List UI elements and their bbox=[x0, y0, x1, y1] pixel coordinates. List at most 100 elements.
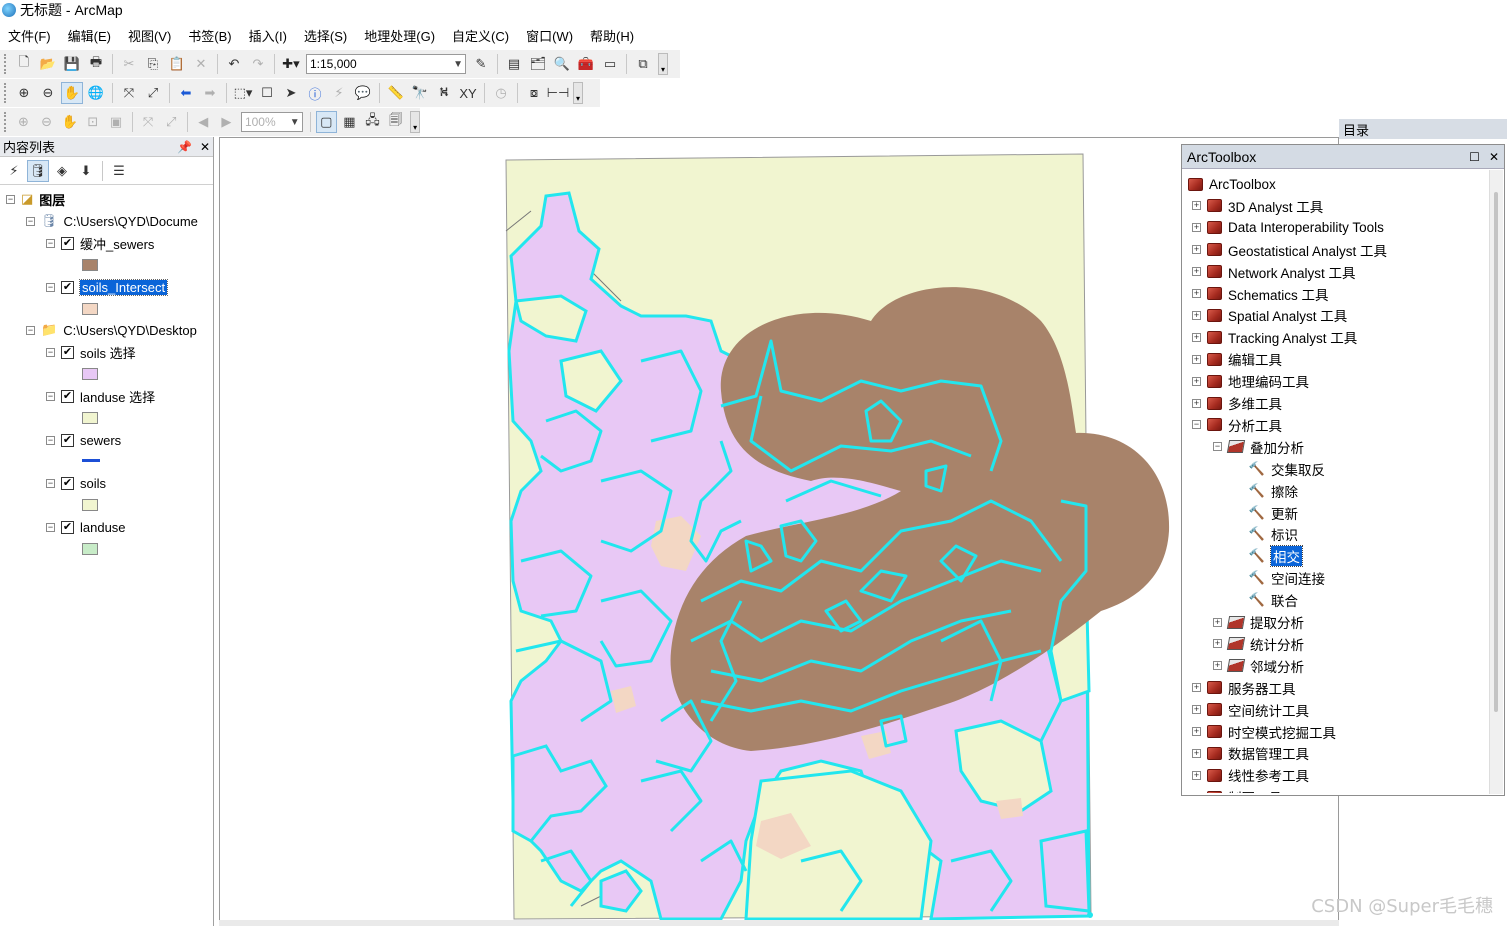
layer-visibility-checkbox[interactable]: ✔ bbox=[61, 389, 74, 403]
search-window-icon[interactable]: 🔍 bbox=[551, 53, 573, 75]
expand-icon[interactable]: + bbox=[1192, 201, 1201, 211]
expand-icon[interactable]: + bbox=[1192, 398, 1201, 408]
toolbox-row[interactable]: + Schematics 工具 bbox=[1192, 283, 1329, 305]
menu-bookmarks[interactable]: 书签(B) bbox=[188, 26, 231, 45]
close-icon[interactable]: ✕ bbox=[200, 140, 210, 154]
menu-insert[interactable]: 插入(I) bbox=[249, 26, 287, 45]
fixed-zoom-in-icon[interactable]: ⤧ bbox=[118, 82, 140, 104]
expand-icon[interactable]: + bbox=[1213, 661, 1222, 671]
toc-layer-row[interactable]: − ✔ landuse 选择 bbox=[46, 386, 155, 406]
map-view[interactable] bbox=[219, 137, 1340, 921]
zoom-percent-dropdown[interactable]: 100% ▼ bbox=[240, 112, 303, 132]
add-data-icon[interactable]: ✚▾ bbox=[280, 53, 302, 75]
collapse-icon[interactable]: − bbox=[6, 194, 15, 204]
toolbox-row[interactable]: + Data Interoperability Tools bbox=[1192, 217, 1384, 239]
toolbar-options-icon[interactable]: ▾ bbox=[410, 111, 420, 133]
menu-help[interactable]: 帮助(H) bbox=[590, 26, 634, 45]
menu-geoprocessing[interactable]: 地理处理(G) bbox=[364, 26, 435, 45]
collapse-icon[interactable]: − bbox=[46, 347, 55, 357]
zoom-in-icon[interactable]: ⊕ bbox=[13, 82, 35, 104]
find-binoculars-icon[interactable]: 🔭 bbox=[409, 82, 431, 104]
toolbar-grip[interactable] bbox=[4, 54, 8, 74]
expand-icon[interactable]: + bbox=[1192, 354, 1201, 364]
toc-layer-row[interactable]: − ✔ soils bbox=[46, 473, 106, 493]
toolbox-row[interactable]: + Network Analyst 工具 bbox=[1192, 261, 1356, 283]
toolset-row[interactable]: + 统计分析 bbox=[1213, 633, 1304, 655]
map-canvas[interactable] bbox=[220, 138, 1340, 921]
expand-icon[interactable]: + bbox=[1192, 376, 1201, 386]
toggle-draft-mode-icon[interactable]: ▢ bbox=[315, 111, 337, 133]
toolbox-row[interactable]: + 服务器工具 bbox=[1192, 677, 1296, 699]
layout-zoom-out-icon[interactable]: ⊖ bbox=[36, 111, 57, 133]
arctoolbox-root-row[interactable]: ArcToolbox bbox=[1188, 173, 1276, 195]
fixed-zoom-in-layout-icon[interactable]: ⤧ bbox=[138, 111, 159, 133]
expand-icon[interactable]: + bbox=[1192, 727, 1201, 736]
back-arrow-icon[interactable]: ⬅ bbox=[175, 82, 197, 104]
expand-icon[interactable]: + bbox=[1192, 310, 1201, 320]
zoom-100-icon[interactable]: ▣ bbox=[105, 111, 126, 133]
forward-arrow-icon[interactable]: ➡ bbox=[199, 82, 221, 104]
tool-row[interactable]: 🔨 交集取反 bbox=[1234, 458, 1325, 480]
toc-options-icon[interactable]: ☰ bbox=[108, 160, 130, 182]
expand-icon[interactable]: + bbox=[1192, 332, 1201, 342]
undo-icon[interactable]: ↶ bbox=[223, 53, 245, 75]
data-driven-pages-icon[interactable]: 🗐 bbox=[385, 111, 406, 133]
menu-file[interactable]: 文件(F) bbox=[8, 26, 51, 45]
editor-toolbar-icon[interactable]: ✎ bbox=[470, 53, 492, 75]
select-features-icon[interactable]: ⬚▾ bbox=[232, 82, 254, 104]
list-by-visibility-icon[interactable]: ◈ bbox=[51, 160, 73, 182]
layer-visibility-checkbox[interactable]: ✔ bbox=[61, 236, 74, 250]
go-to-xy-icon[interactable]: XY bbox=[457, 82, 479, 104]
map-scale-dropdown[interactable]: 1:15,000 ▼ bbox=[306, 54, 466, 74]
collapse-icon[interactable]: − bbox=[46, 391, 55, 401]
toolbar-options-icon[interactable]: ▾ bbox=[658, 53, 668, 75]
list-by-selection-icon[interactable]: ⬇ bbox=[75, 160, 97, 182]
layer-visibility-checkbox[interactable]: ✔ bbox=[61, 476, 74, 490]
tool-row[interactable]: 🔨 标识 bbox=[1234, 523, 1298, 545]
collapse-icon[interactable]: − bbox=[46, 282, 55, 292]
toolset-row[interactable]: + 邻域分析 bbox=[1213, 655, 1304, 677]
zoom-whole-page-icon[interactable]: ⊡ bbox=[82, 111, 103, 133]
toolbox-row[interactable]: + 时空模式挖掘工具 bbox=[1192, 721, 1336, 743]
expand-icon[interactable]: + bbox=[1192, 267, 1201, 277]
toolbox-row[interactable]: + Tracking Analyst 工具 bbox=[1192, 326, 1357, 348]
print-icon[interactable]: 🖶 bbox=[85, 53, 107, 75]
toc-group-row[interactable]: − 🛢 C:\Users\QYD\Docume bbox=[26, 211, 198, 231]
modelbuilder-icon[interactable]: ⧉ bbox=[632, 53, 654, 75]
expand-icon[interactable]: + bbox=[1192, 683, 1201, 693]
open-folder-icon[interactable]: 📂 bbox=[37, 53, 59, 75]
expand-icon[interactable]: + bbox=[1192, 748, 1201, 758]
vertical-scrollbar[interactable] bbox=[1489, 170, 1503, 794]
toolbar-options-icon[interactable]: ▾ bbox=[573, 82, 583, 104]
toolbar-grip[interactable] bbox=[4, 112, 8, 132]
toc-layer-row[interactable]: − ✔ soils 选择 bbox=[46, 342, 136, 362]
expand-icon[interactable]: + bbox=[1192, 705, 1201, 715]
toolbox-row[interactable]: + 空间统计工具 bbox=[1192, 699, 1309, 721]
tool-row[interactable]: 🔨 相交 bbox=[1234, 545, 1303, 568]
layout-pan-icon[interactable]: ✋ bbox=[59, 111, 80, 133]
zoom-out-icon[interactable]: ⊖ bbox=[37, 82, 59, 104]
layer-visibility-checkbox[interactable]: ✔ bbox=[61, 433, 74, 447]
collapse-icon[interactable]: − bbox=[46, 478, 55, 488]
menu-selection[interactable]: 选择(S) bbox=[304, 26, 347, 45]
expand-icon[interactable]: + bbox=[1213, 639, 1222, 649]
pin-icon[interactable]: 📌 bbox=[177, 140, 192, 154]
toolbox-row[interactable]: + 地理编码工具 bbox=[1192, 370, 1309, 392]
tool-row[interactable]: 🔨 更新 bbox=[1234, 502, 1298, 524]
tool-row[interactable]: 🔨 空间连接 bbox=[1234, 567, 1325, 589]
collapse-icon[interactable]: − bbox=[46, 435, 55, 445]
menu-view[interactable]: 视图(V) bbox=[128, 26, 171, 45]
select-elements-arrow-icon[interactable]: ➤ bbox=[280, 82, 302, 104]
toolset-row[interactable]: − 叠加分析 bbox=[1213, 436, 1304, 458]
layer-visibility-checkbox[interactable]: ✔ bbox=[61, 280, 74, 294]
table-of-contents-window-icon[interactable]: ▤ bbox=[503, 53, 525, 75]
toc-group-row[interactable]: − 📁 C:\Users\QYD\Desktop bbox=[26, 320, 197, 340]
toc-layer-row[interactable]: − ✔ soils_Intersect bbox=[46, 277, 169, 297]
expand-icon[interactable]: + bbox=[1192, 289, 1201, 298]
collapse-icon[interactable]: − bbox=[1213, 442, 1222, 452]
new-document-icon[interactable]: 🗋 bbox=[13, 53, 35, 75]
paste-icon[interactable]: 📋 bbox=[166, 53, 188, 75]
toolset-row[interactable]: + 提取分析 bbox=[1213, 611, 1304, 633]
tool-row[interactable]: 🔨 联合 bbox=[1234, 589, 1298, 611]
expand-icon[interactable]: + bbox=[1192, 770, 1201, 780]
